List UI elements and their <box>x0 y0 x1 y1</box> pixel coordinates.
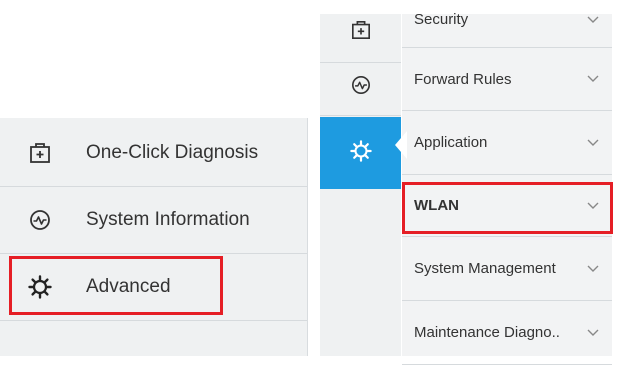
chevron-down-icon <box>586 138 600 148</box>
submenu-item-wlan[interactable]: WLAN <box>402 175 612 237</box>
submenu-item-application[interactable]: Application <box>402 111 612 175</box>
menu-item-advanced[interactable]: Advanced <box>0 254 307 321</box>
menu-item-label: System Information <box>86 209 250 230</box>
sidebar-item-diagnosis[interactable] <box>320 2 401 63</box>
submenu-item-label: Maintenance Diagno.. <box>414 324 560 341</box>
submenu-item-label: Forward Rules <box>414 70 512 88</box>
chevron-down-icon <box>586 201 600 211</box>
submenu-item-system-management[interactable]: System Management <box>402 237 612 301</box>
chevron-down-icon <box>586 328 600 338</box>
submenu-item-label: Application <box>414 134 488 151</box>
active-pointer <box>395 131 407 159</box>
icon-sidebar <box>320 14 401 356</box>
submenu-item-security[interactable]: Security <box>402 0 612 48</box>
advanced-submenu: Security Forward Rules Application WLAN … <box>402 11 612 365</box>
chevron-down-icon <box>586 264 600 274</box>
sidebar-item-advanced[interactable] <box>320 117 401 189</box>
submenu-item-maintenance-diagnostics[interactable]: Maintenance Diagno.. <box>402 301 612 365</box>
system-information-icon <box>351 75 371 100</box>
submenu-item-forward-rules[interactable]: Forward Rules <box>402 48 612 111</box>
gear-icon <box>349 139 372 167</box>
chevron-down-icon <box>586 74 600 84</box>
menu-item-label: One-Click Diagnosis <box>86 142 259 163</box>
submenu-item-label: System Management <box>414 260 556 277</box>
diagnosis-icon <box>351 20 371 45</box>
system-information-icon <box>28 208 52 232</box>
menu-item-system-information[interactable]: System Information <box>0 187 307 254</box>
diagnosis-icon <box>28 141 52 165</box>
gear-icon <box>28 275 52 299</box>
sidebar-item-system-information[interactable] <box>320 59 401 116</box>
submenu-item-label: Security <box>414 11 469 28</box>
submenu-item-label: WLAN <box>414 197 459 214</box>
menu-item-one-click-diagnosis[interactable]: One-Click Diagnosis <box>0 120 307 187</box>
main-menu: One-Click Diagnosis System Information A… <box>0 118 308 356</box>
menu-item-label: Advanced <box>86 276 171 297</box>
chevron-down-icon <box>586 15 600 25</box>
